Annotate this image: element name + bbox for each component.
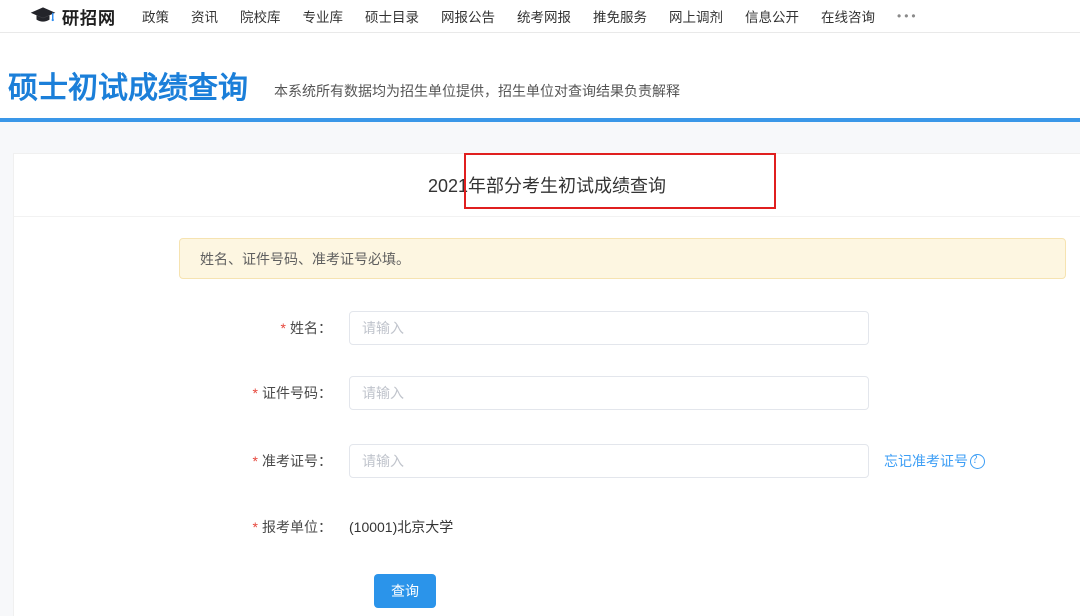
nav-item-online-consult[interactable]: 在线咨询	[821, 6, 875, 26]
nav-item-master-catalog[interactable]: 硕士目录	[365, 6, 419, 26]
nav-item-policy[interactable]: 政策	[142, 6, 169, 26]
graduation-cap-icon	[30, 6, 56, 26]
nav-item-exemption-service[interactable]: 推免服务	[593, 6, 647, 26]
nav-item-online-report-notice[interactable]: 网报公告	[441, 6, 495, 26]
nav-item-major-library[interactable]: 专业库	[303, 6, 344, 26]
alert-text: 姓名、证件号码、准考证号必填。	[200, 249, 410, 269]
name-label: *姓名：	[14, 311, 332, 345]
nav-item-college-library[interactable]: 院校库	[240, 6, 281, 26]
required-asterisk: *	[281, 320, 286, 336]
query-panel: 2021年部分考生初试成绩查询 姓名、证件号码、准考证号必填。 *姓名： *证件…	[13, 153, 1080, 616]
ticket-input[interactable]	[349, 444, 869, 478]
help-question-icon[interactable]: ？	[970, 454, 985, 469]
query-button[interactable]: 查询	[374, 574, 436, 608]
forgot-ticket-link[interactable]: 忘记准考证号？	[884, 444, 985, 478]
required-asterisk: *	[253, 385, 258, 401]
nav-menu: 政策 资讯 院校库 专业库 硕士目录 网报公告 统考网报 推免服务 网上调剂 信…	[142, 6, 919, 26]
page-header: 硕士初试成绩查询 本系统所有数据均为招生单位提供，招生单位对查询结果负责解释	[0, 33, 1080, 118]
nav-item-info-disclosure[interactable]: 信息公开	[745, 6, 799, 26]
nav-item-online-adjustment[interactable]: 网上调剂	[669, 6, 723, 26]
ticket-label: *准考证号：	[14, 444, 332, 478]
unit-value: (10001)北京大学	[349, 510, 453, 544]
nav-item-unified-exam-report[interactable]: 统考网报	[517, 6, 571, 26]
required-asterisk: *	[253, 519, 258, 535]
page-subtitle: 本系统所有数据均为招生单位提供，招生单位对查询结果负责解释	[274, 81, 680, 104]
nav-more-icon[interactable]: •••	[897, 9, 919, 23]
required-fields-alert: 姓名、证件号码、准考证号必填。	[179, 238, 1066, 279]
form-row-id-number: *证件号码：	[14, 376, 1080, 410]
form-row-submit: 查询	[14, 574, 1080, 608]
id-number-label: *证件号码：	[14, 376, 332, 410]
unit-label: *报考单位：	[14, 510, 332, 544]
name-input[interactable]	[349, 311, 869, 345]
panel-title: 2021年部分考生初试成绩查询	[428, 172, 666, 198]
required-asterisk: *	[253, 453, 258, 469]
content-area: 2021年部分考生初试成绩查询 姓名、证件号码、准考证号必填。 *姓名： *证件…	[0, 122, 1080, 616]
id-number-input[interactable]	[349, 376, 869, 410]
form-row-name: *姓名：	[14, 311, 1080, 345]
site-logo[interactable]: 研招网	[30, 4, 116, 29]
form-row-ticket: *准考证号： 忘记准考证号？	[14, 444, 1080, 478]
logo-text: 研招网	[62, 4, 116, 29]
form-row-unit: *报考单位： (10001)北京大学	[14, 510, 1080, 544]
nav-item-news[interactable]: 资讯	[191, 6, 218, 26]
panel-header: 2021年部分考生初试成绩查询	[14, 154, 1080, 217]
top-navbar: 研招网 政策 资讯 院校库 专业库 硕士目录 网报公告 统考网报 推免服务 网上…	[0, 0, 1080, 33]
page-title: 硕士初试成绩查询	[8, 74, 248, 104]
